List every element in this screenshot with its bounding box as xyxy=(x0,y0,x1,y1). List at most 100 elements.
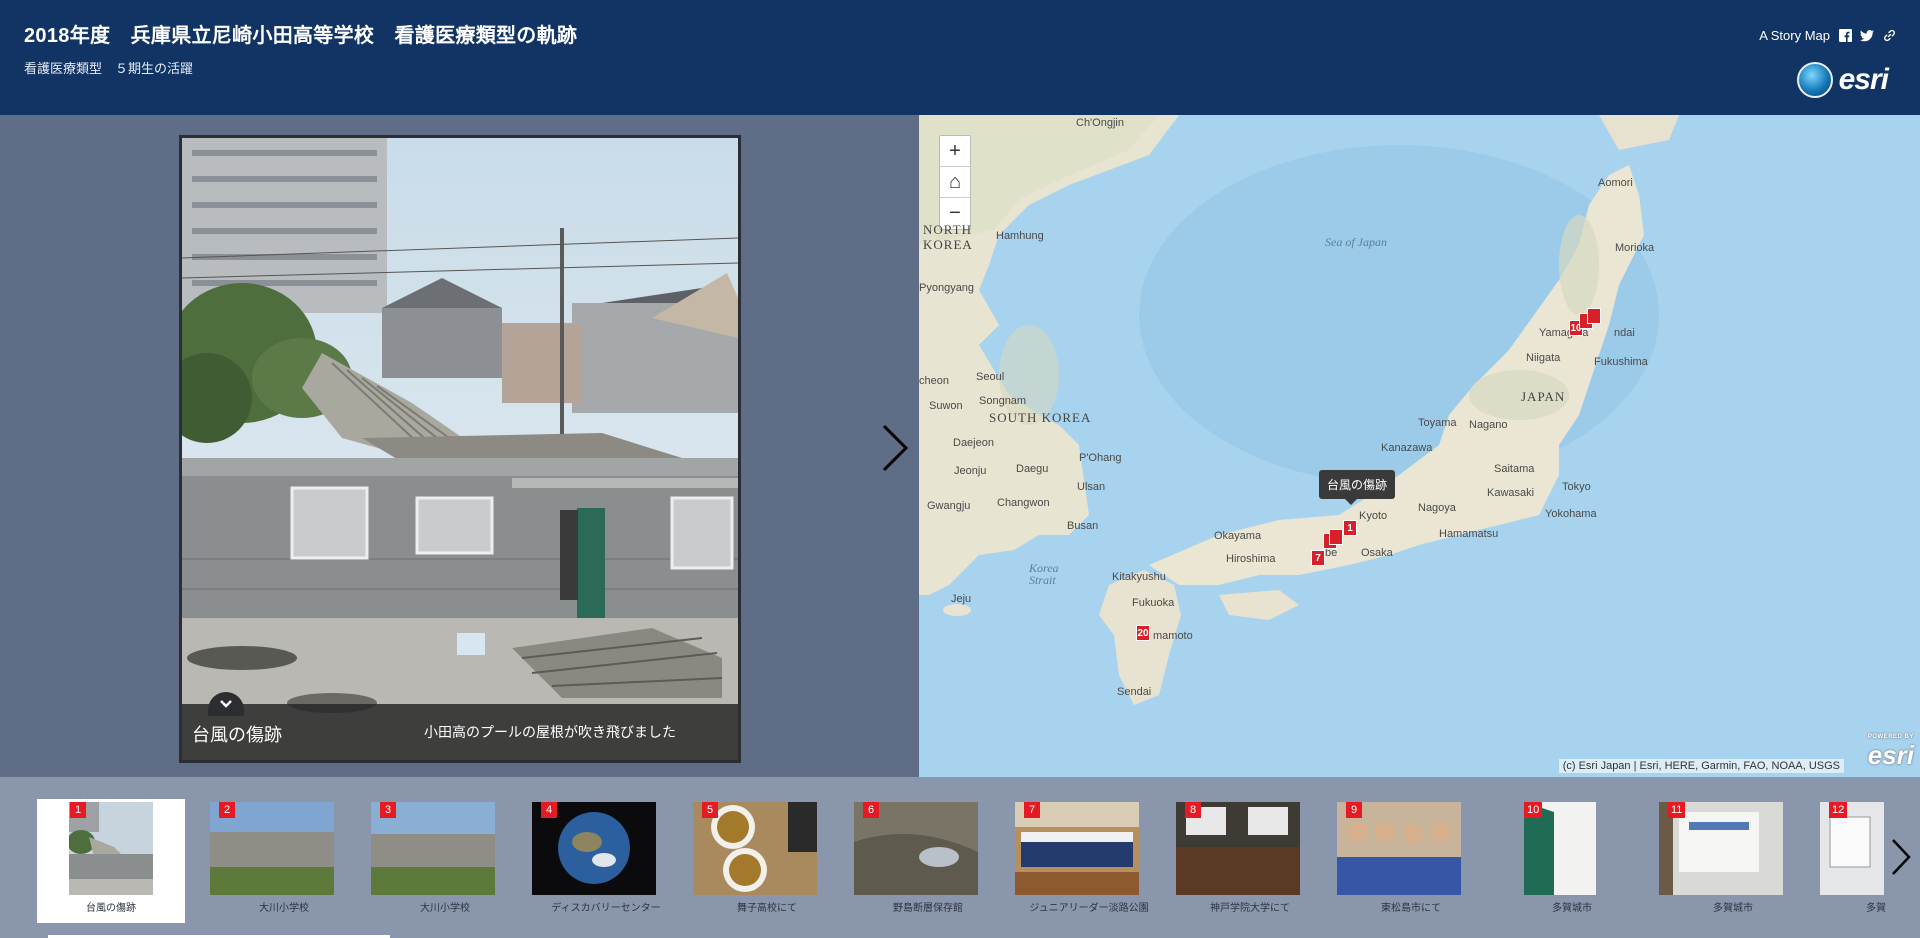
city-label: Suwon xyxy=(929,400,963,412)
thumbnail-number: 5 xyxy=(702,802,718,818)
main-media-frame: 台風の傷跡 小田高のプールの屋根が吹き飛びました xyxy=(179,135,741,763)
thumbnail-item[interactable]: 2 大川小学校 xyxy=(186,799,334,923)
city-label: mamoto xyxy=(1153,630,1193,642)
sea-label: Korea Strait xyxy=(1029,561,1059,587)
city-label: Okayama xyxy=(1214,530,1262,542)
thumbnail-item[interactable]: 10 多賀城市 xyxy=(1474,799,1622,923)
thumbnail-item[interactable]: 6 野島断層保存館 xyxy=(830,799,978,923)
thumbnail-carousel: 1 台風の傷跡 2 大川小学校 3 大川小学校 4 ディスカバリーセンター 5 … xyxy=(0,777,1920,938)
map-view[interactable]: + ⌂ − Sea of Japan Korea Strait NORTH KO… xyxy=(919,115,1920,777)
city-label: Hamamatsu xyxy=(1439,528,1499,540)
city-label: Ulsan xyxy=(1077,481,1106,493)
city-label: Aomori xyxy=(1598,177,1633,189)
city-label: Morioka xyxy=(1615,242,1655,254)
map-marker[interactable] xyxy=(1329,529,1343,545)
country-label: SOUTH KOREA xyxy=(989,410,1092,425)
thumbnail-number: 6 xyxy=(863,802,879,818)
header: 2018年度 兵庫県立尼崎小田高等学校 看護医療類型の軌跡 看護医療類型 ５期生… xyxy=(0,0,1920,115)
city-label: Jeonju xyxy=(954,465,987,477)
map-marker[interactable]: 7 xyxy=(1311,550,1325,566)
thumbnail-number: 2 xyxy=(219,802,235,818)
city-label: cheon xyxy=(919,375,949,387)
globe-icon xyxy=(1796,62,1833,98)
map-marker[interactable]: 1 xyxy=(1343,520,1357,536)
city-label: Nagoya xyxy=(1418,502,1456,514)
city-label: Changwon xyxy=(997,497,1050,509)
city-label: P'Ohang xyxy=(1079,452,1122,464)
city-label: Osaka xyxy=(1361,547,1393,559)
city-label: Fukuoka xyxy=(1132,597,1175,609)
city-label: Kitakyushu xyxy=(1112,571,1166,583)
chevron-right-icon xyxy=(1892,839,1911,875)
city-label: Niigata xyxy=(1526,352,1561,364)
powered-by-text: esri xyxy=(1867,740,1914,770)
map-marker[interactable]: 20 xyxy=(1136,625,1150,641)
city-label: Saitama xyxy=(1494,463,1535,475)
powered-by-esri-logo[interactable]: POWERED BY esri xyxy=(1868,734,1914,771)
city-label: Tokyo xyxy=(1562,481,1591,493)
thumbnail-item[interactable]: 8 神戸学院大学にて xyxy=(1152,799,1300,923)
city-label: Hamhung xyxy=(996,230,1044,242)
link-icon[interactable] xyxy=(1882,29,1896,43)
facebook-icon[interactable] xyxy=(1838,29,1852,43)
esri-logo[interactable]: esri xyxy=(1796,62,1889,98)
city-label: Hiroshima xyxy=(1226,553,1276,565)
main-photo xyxy=(182,138,738,760)
home-button[interactable]: ⌂ xyxy=(940,167,970,198)
thumbnail-number: 12 xyxy=(1829,802,1848,818)
city-label: Daejeon xyxy=(953,437,994,449)
city-label: Kawasaki xyxy=(1487,487,1535,499)
city-label: Kyoto xyxy=(1359,510,1388,522)
city-label: Songnam xyxy=(979,395,1027,407)
share-bar: A Story Map xyxy=(1759,28,1896,43)
story-title: 2018年度 兵庫県立尼崎小田高等学校 看護医療類型の軌跡 xyxy=(24,25,578,47)
caption-title: 台風の傷跡 xyxy=(192,725,282,745)
thumbnail-number: 9 xyxy=(1346,802,1362,818)
thumbnail-item[interactable]: 3 大川小学校 xyxy=(347,799,495,923)
thumbnail-number: 8 xyxy=(1185,802,1201,818)
thumbnail-item[interactable]: 9 東松島市にて xyxy=(1313,799,1461,923)
city-label: Pyongyang xyxy=(919,282,975,294)
media-panel: 台風の傷跡 小田高のプールの屋根が吹き飛びました xyxy=(0,115,919,777)
map-zoom-controls: + ⌂ − xyxy=(939,135,971,230)
city-label: Busan xyxy=(1067,520,1099,532)
caption-text: 小田高のプールの屋根が吹き飛びました xyxy=(424,724,676,740)
city-label: ndai xyxy=(1614,327,1635,339)
city-label: Kanazawa xyxy=(1381,442,1433,454)
story-map-link[interactable]: A Story Map xyxy=(1759,28,1830,43)
thumbnail-item[interactable]: 4 ディスカバリーセンター xyxy=(508,799,661,923)
thumbnail-label: 台風の傷跡 xyxy=(86,903,136,914)
thumbnail-label: 多賀 xyxy=(1866,903,1886,914)
city-label: Fukushima xyxy=(1594,356,1648,368)
thumbnail-item[interactable]: 5 舞子高校にて xyxy=(669,799,817,923)
thumbnail-number: 11 xyxy=(1668,802,1686,818)
thumbnail-number: 3 xyxy=(380,802,396,818)
chevron-right-icon xyxy=(882,424,909,472)
city-label: Gwangju xyxy=(927,500,971,512)
thumbnail-number: 4 xyxy=(541,802,557,818)
city-label: Sendai xyxy=(1117,686,1152,698)
thumbnail-item[interactable]: 1 台風の傷跡 xyxy=(37,799,185,923)
sea-label: Sea of Japan xyxy=(1325,235,1387,249)
country-label: NORTH KOREA xyxy=(923,222,973,252)
esri-logo-text: esri xyxy=(1838,63,1889,96)
country-label: JAPAN xyxy=(1521,389,1566,404)
city-label: Yokohama xyxy=(1545,508,1597,520)
chevron-down-icon xyxy=(220,700,232,708)
thumbnail-number: 7 xyxy=(1024,802,1040,818)
map-tooltip: 台風の傷跡 xyxy=(1319,470,1396,505)
thumbnail-number: 1 xyxy=(70,802,86,818)
next-entry-button[interactable] xyxy=(880,423,910,473)
city-label: Ch'Ongjin xyxy=(1076,117,1124,129)
city-label: Toyama xyxy=(1418,417,1457,429)
caption-bar: 台風の傷跡 小田高のプールの屋根が吹き飛びました xyxy=(182,704,738,760)
twitter-icon[interactable] xyxy=(1860,29,1874,43)
zoom-in-button[interactable]: + xyxy=(940,136,970,167)
carousel-next-button[interactable] xyxy=(1890,837,1912,877)
map-marker[interactable] xyxy=(1587,308,1601,324)
thumbnail-item[interactable]: 11 多賀城市 xyxy=(1635,799,1783,923)
map-attribution: (c) Esri Japan | Esri, HERE, Garmin, FAO… xyxy=(1558,759,1844,773)
city-label: Seoul xyxy=(976,371,1005,383)
city-label: Nagano xyxy=(1469,419,1508,431)
thumbnail-item[interactable]: 7 ジュニアリーダー淡路公園 xyxy=(991,799,1149,923)
